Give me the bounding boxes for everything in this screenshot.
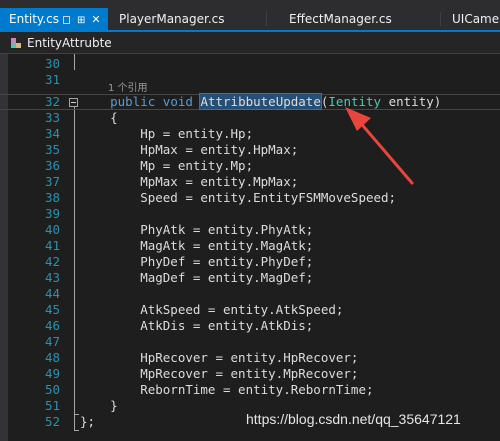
line-number: 50 [44,382,60,397]
pin-icon[interactable]: ⊞ [77,10,85,32]
code-line[interactable]: 35 HpMax = entity.HpMax; [0,142,500,158]
line-number: 42 [44,254,60,269]
line-number: 44 [44,286,60,301]
code-text[interactable]: PhyAtk = entity.PhyAtk; [80,222,313,238]
tab-separator [440,12,441,26]
selected-method-name: AttribbuteUpdate [199,93,322,110]
line-number: 30 [44,56,60,71]
tab-label: Entity.cs [9,12,59,26]
code-line[interactable]: 48 HpRecover = entity.HpRecover; [0,350,500,366]
line-number: 41 [44,238,60,253]
line-number: 45 [44,302,60,317]
code-text[interactable]: } [80,398,118,414]
type-dropdown-label[interactable]: EntityAttrubte [27,32,112,54]
line-number: 39 [44,206,60,221]
code-text[interactable]: MpMax = entity.MpMax; [80,174,298,190]
line-number: 33 [44,110,60,125]
code-line[interactable]: 37 MpMax = entity.MpMax; [0,174,500,190]
tab-separator [266,12,267,26]
code-editor[interactable]: 1 个引用 30 31 32 public void AttribbuteUpdat… [0,54,500,441]
line-number: 52 [44,414,60,429]
code-line[interactable]: 38 Speed = entity.EntityFSMMoveSpeed; [0,190,500,206]
code-line[interactable]: 34 Hp = entity.Hp; [0,126,500,142]
code-line[interactable]: 30 [0,56,500,72]
code-text[interactable]: HpMax = entity.HpMax; [80,142,298,158]
line-number: 34 [44,126,60,141]
line-number: 40 [44,222,60,237]
watermark-url: https://blog.csdn.net/qq_35647121 [246,411,461,427]
line-number: 35 [44,142,60,157]
tab-uicame[interactable]: UICame [444,8,500,30]
code-line[interactable]: 40 PhyAtk = entity.PhyAtk; [0,222,500,238]
code-text[interactable]: }; [80,414,95,430]
close-icon[interactable]: ✕ [91,9,100,31]
lock-icon [63,16,70,24]
code-text[interactable]: public void AttribbuteUpdate(Ientity ent… [80,93,441,110]
code-line[interactable]: 31 [0,72,500,88]
code-line[interactable]: 49 MpRecover = entity.MpRecover; [0,366,500,382]
code-line[interactable]: 36 Mp = entity.Mp; [0,158,500,174]
code-text[interactable]: AtkDis = entity.AtkDis; [80,318,313,334]
line-number: 43 [44,270,60,285]
collapse-icon[interactable] [69,98,78,107]
tab-label: UICame [452,12,500,26]
tab-label: EffectManager.cs [289,12,392,26]
line-number: 51 [44,398,60,413]
code-line[interactable]: 41 MagAtk = entity.MagAtk; [0,238,500,254]
outline-guide-end [74,430,79,431]
line-number: 49 [44,366,60,381]
window-title-strip [0,0,500,8]
code-line[interactable]: 42 PhyDef = entity.PhyDef; [0,254,500,270]
code-text[interactable]: AtkSpeed = entity.AtkSpeed; [80,302,343,318]
code-text[interactable]: PhyDef = entity.PhyDef; [80,254,313,270]
line-number: 36 [44,158,60,173]
code-text[interactable]: { [80,110,118,126]
line-number: 47 [44,334,60,349]
tab-effectmanager-cs[interactable]: EffectManager.cs [280,8,440,30]
document-tab-bar: Entity.cs ⊞ ✕ PlayerManager.cs EffectManag… [0,8,500,32]
code-text[interactable]: HpRecover = entity.HpRecover; [80,350,358,366]
code-text[interactable]: RebornTime = entity.RebornTime; [80,382,373,398]
code-text[interactable]: Speed = entity.EntityFSMMoveSpeed; [80,190,396,206]
navigation-bar[interactable]: EntityAttrubte [0,32,500,54]
tab-playermanager-cs[interactable]: PlayerManager.cs [110,8,266,30]
code-line[interactable]: 33 { [0,110,500,126]
code-text[interactable]: MagDef = entity.MagDef; [80,270,313,286]
tab-entity-cs[interactable]: Entity.cs ⊞ ✕ [0,8,108,30]
code-line[interactable]: 45 AtkSpeed = entity.AtkSpeed; [0,302,500,318]
code-text[interactable]: MagAtk = entity.MagAtk; [80,238,313,254]
code-line[interactable]: 39 [0,206,500,222]
code-text[interactable]: MpRecover = entity.MpRecover; [80,366,358,382]
code-line[interactable]: 47 [0,334,500,350]
code-line[interactable]: 43 MagDef = entity.MagDef; [0,270,500,286]
line-number: 48 [44,350,60,365]
line-number: 38 [44,190,60,205]
code-line[interactable]: 44 [0,286,500,302]
code-text[interactable]: Mp = entity.Mp; [80,158,253,174]
code-line[interactable]: 46 AtkDis = entity.AtkDis; [0,318,500,334]
tab-label: PlayerManager.cs [119,12,225,26]
line-number: 31 [44,72,60,87]
class-icon [11,38,21,48]
line-number: 37 [44,174,60,189]
line-number: 32 [44,94,60,109]
code-text[interactable]: Hp = entity.Hp; [80,126,253,142]
line-number: 46 [44,318,60,333]
code-line[interactable]: 50 RebornTime = entity.RebornTime; [0,382,500,398]
